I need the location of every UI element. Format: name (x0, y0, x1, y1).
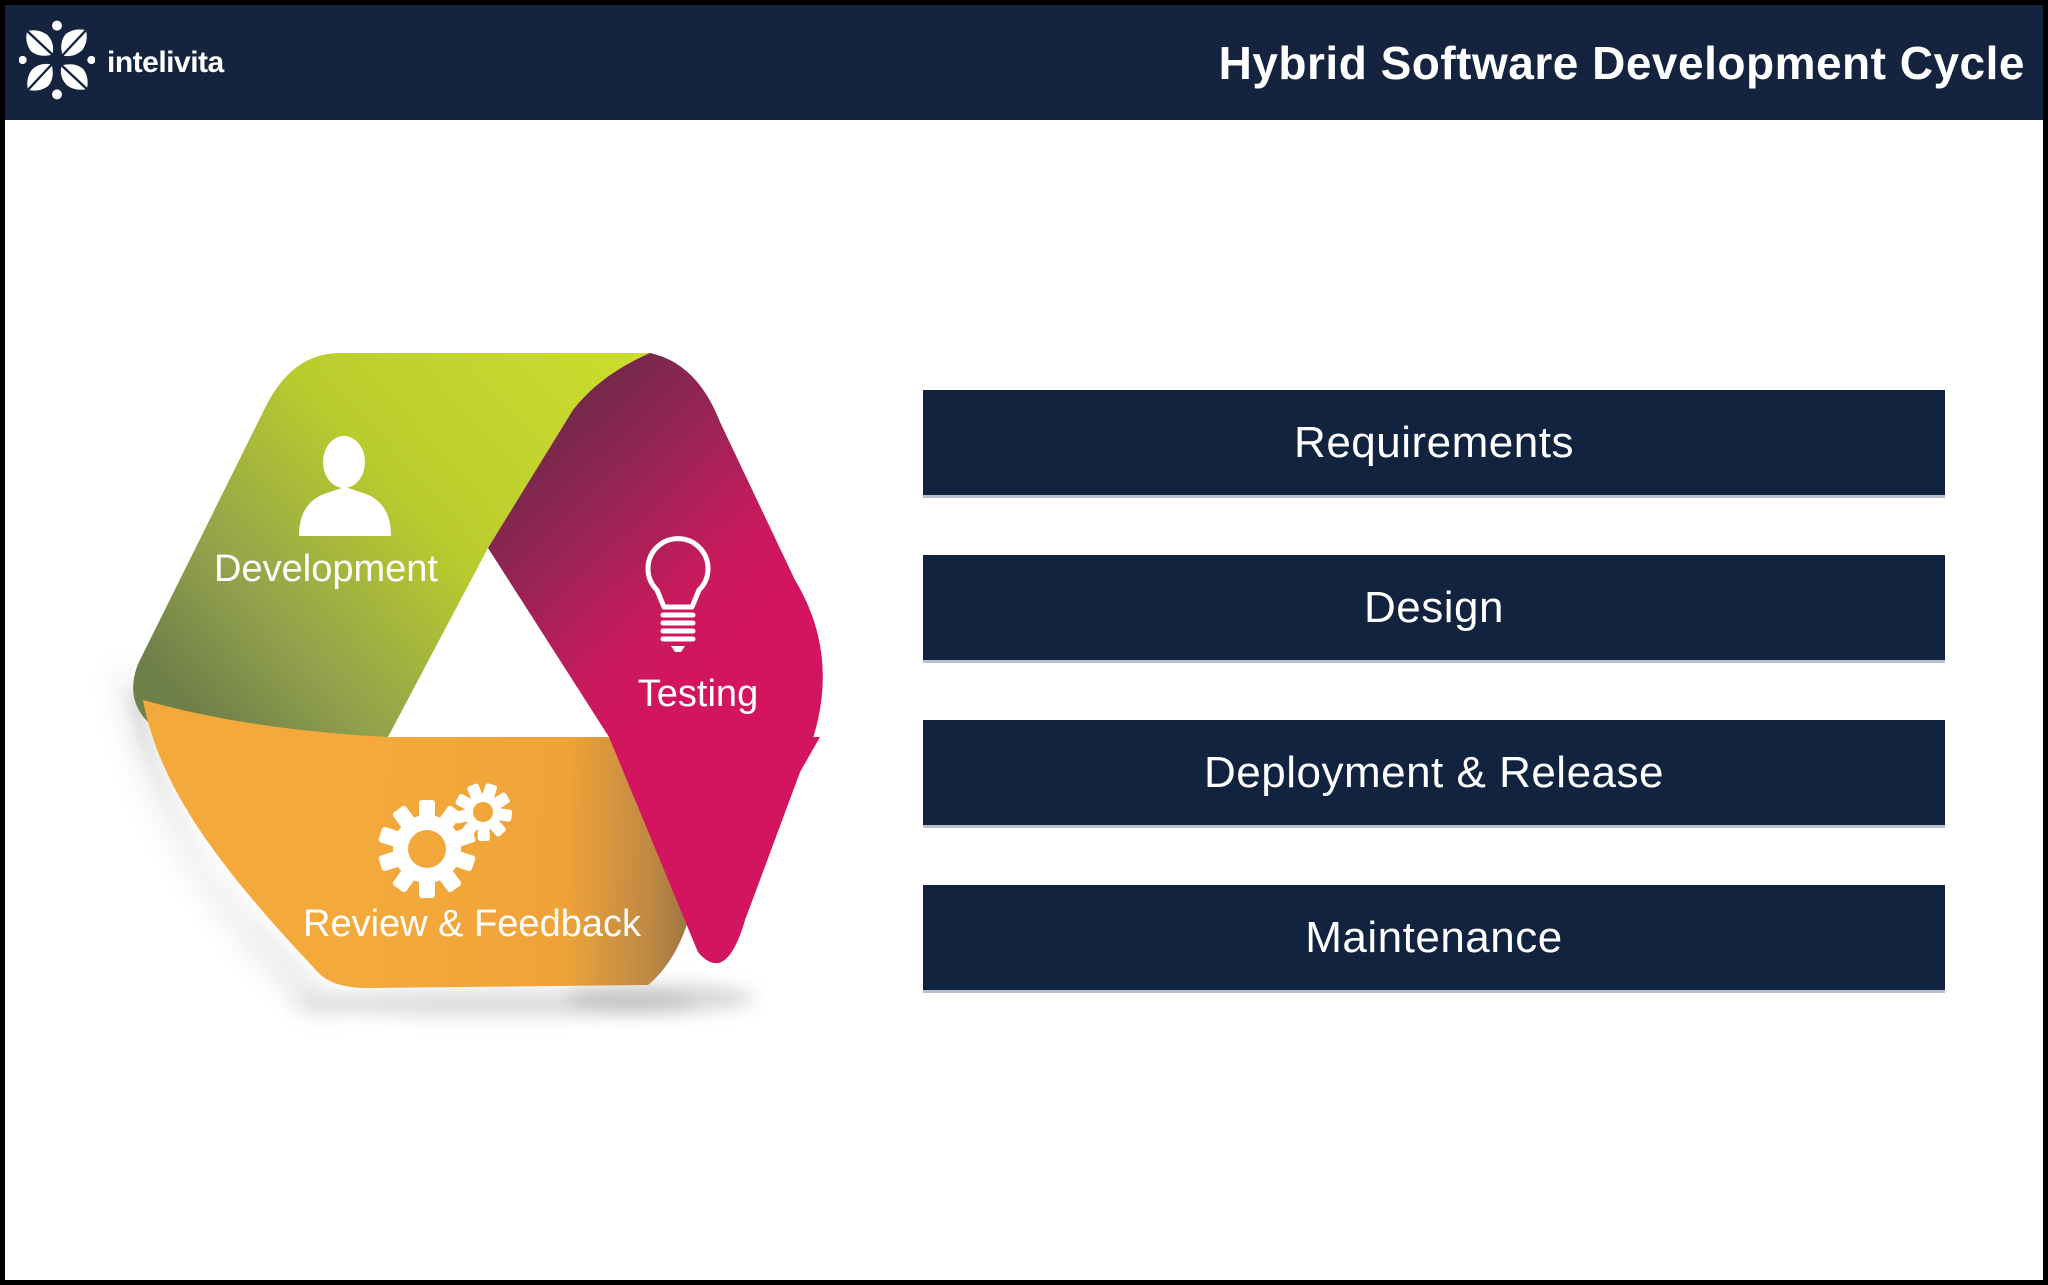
stage-bar-deployment-release: Deployment & Release (923, 720, 1945, 828)
stage-label: Deployment & Release (1204, 748, 1664, 798)
stage-bar-design: Design (923, 555, 1945, 663)
stage-bar-maintenance: Maintenance (923, 885, 1945, 993)
brand: intelivita (19, 20, 224, 105)
testing-label: Testing (638, 673, 758, 715)
stage-list: Requirements Design Deployment & Release… (923, 390, 1945, 1050)
stage-label: Maintenance (1305, 913, 1562, 963)
stage-label: Requirements (1294, 418, 1574, 468)
cycle-diagram: Development Testing Review & Feedback (80, 245, 880, 1035)
infographic-canvas: intelivita Hybrid Software Development C… (0, 0, 2048, 1285)
page-title: Hybrid Software Development Cycle (1219, 36, 2025, 90)
review-feedback-label: Review & Feedback (303, 903, 642, 945)
stage-label: Design (1364, 583, 1504, 633)
intelivita-logo-icon (19, 20, 95, 105)
development-label: Development (214, 548, 438, 590)
brand-name: intelivita (107, 46, 224, 80)
stage-bar-requirements: Requirements (923, 390, 1945, 498)
header-bar: intelivita Hybrid Software Development C… (5, 5, 2043, 120)
